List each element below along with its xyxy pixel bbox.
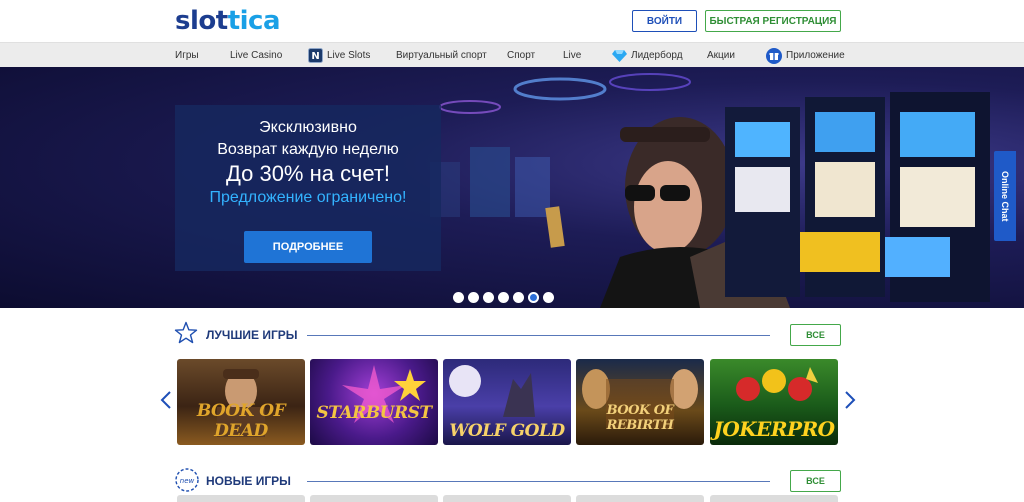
main-nav: Игры Live Casino N Live Slots Виртуальны…	[0, 42, 1024, 67]
nav-item-label: Лидерборд	[631, 50, 683, 61]
best-games-title: ЛУЧШИЕ ИГРЫ	[206, 328, 298, 342]
promo-line-percent: До 30% на счет!	[225, 161, 391, 186]
nav-item-promotions[interactable]: Акции	[707, 43, 735, 68]
game-card[interactable]	[177, 495, 305, 502]
star-icon	[174, 321, 198, 350]
nav-item-virtual-sport[interactable]: Виртуальный спорт	[396, 43, 487, 68]
promo-line-exclusive: Эксклюзивно	[259, 119, 357, 136]
game-card-book-of-rebirth[interactable]: BOOK OF REBIRTH	[576, 359, 704, 445]
logo-text-main: slot	[175, 6, 228, 36]
slider-dot[interactable]	[498, 292, 509, 303]
new-games-all-button[interactable]: ВСЕ	[790, 470, 841, 492]
game-card-joker-pro[interactable]: JOKERPRO	[710, 359, 838, 445]
promo-line-limited: Предложение ограничено!	[209, 189, 407, 206]
login-button[interactable]: ВОЙТИ	[632, 10, 697, 32]
game-title: BOOK OF REBIRTH	[606, 403, 674, 433]
nav-item-app[interactable]: Приложение	[766, 43, 845, 68]
slider-dot[interactable]	[513, 292, 524, 303]
nav-item-label: Live	[563, 50, 582, 61]
best-games-all-button[interactable]: ВСЕ	[790, 324, 841, 346]
hero-banner[interactable]: Эксклюзивно Возврат каждую неделю До 30%…	[0, 67, 1024, 308]
new-badge-text: new	[180, 477, 195, 485]
slider-dot[interactable]	[453, 292, 464, 303]
best-games-carousel: BOOK OF DEAD STARBURST WOLF GOLD BOOK OF…	[177, 359, 840, 445]
nav-item-label: Виртуальный спорт	[396, 50, 487, 61]
game-card-wolf-gold[interactable]: WOLF GOLD	[443, 359, 571, 445]
game-title: WOLF GOLD	[449, 421, 565, 441]
promo-box: Эксклюзивно Возврат каждую неделю До 30%…	[175, 105, 441, 271]
nav-item-leaderboard[interactable]: Лидерборд	[612, 43, 683, 68]
slottica-logo[interactable]: slottica	[175, 6, 281, 36]
chevron-left-icon[interactable]	[160, 390, 172, 416]
game-card[interactable]	[576, 495, 704, 502]
new-games-title: НОВЫЕ ИГРЫ	[206, 474, 291, 488]
new-games-carousel	[177, 495, 840, 502]
section-divider	[307, 481, 770, 482]
quick-register-button[interactable]: БЫСТРАЯ РЕГИСТРАЦИЯ	[705, 10, 841, 32]
game-title: STARBURST	[316, 403, 432, 423]
promo-line-weekly-cashback: Возврат каждую неделю	[217, 141, 399, 158]
nav-item-live-casino[interactable]: Live Casino	[230, 43, 282, 68]
diamond-icon	[612, 49, 627, 62]
nav-item-games[interactable]: Игры	[175, 43, 199, 68]
chevron-right-icon[interactable]	[844, 390, 856, 416]
logo-text-accent: tica	[227, 6, 281, 36]
slider-dot[interactable]	[483, 292, 494, 303]
game-card[interactable]	[310, 495, 438, 502]
gift-icon	[766, 47, 782, 64]
game-card-book-of-dead[interactable]: BOOK OF DEAD	[177, 359, 305, 445]
nav-item-label: Игры	[175, 50, 199, 61]
nav-item-label: Акции	[707, 50, 735, 61]
nav-item-sport[interactable]: Спорт	[507, 43, 535, 68]
nav-item-label: Приложение	[786, 50, 845, 61]
more-details-button[interactable]: ПОДРОБНЕЕ	[244, 231, 372, 263]
nav-item-live[interactable]: Live	[563, 43, 581, 68]
game-card-starburst[interactable]: STARBURST	[310, 359, 438, 445]
svg-text:N: N	[311, 51, 319, 62]
nav-item-label: Спорт	[507, 50, 536, 61]
casino-background-image	[430, 73, 990, 308]
new-badge-icon: new	[174, 467, 200, 498]
online-chat-tab[interactable]: Online Chat	[994, 151, 1016, 241]
slider-dots	[453, 292, 554, 303]
game-card[interactable]	[710, 495, 838, 502]
game-card[interactable]	[443, 495, 571, 502]
nav-item-label: Live Slots	[327, 50, 371, 61]
section-divider	[307, 335, 770, 336]
slider-dot[interactable]	[468, 292, 479, 303]
slider-dot[interactable]	[543, 292, 554, 303]
slider-dot[interactable]	[528, 292, 539, 303]
game-title: BOOK OF DEAD	[196, 401, 286, 441]
nav-item-label: Live Casino	[230, 50, 283, 61]
nav-item-live-slots[interactable]: N Live Slots	[308, 43, 370, 68]
site-header: slottica ВОЙТИ БЫСТРАЯ РЕГИСТРАЦИЯ	[0, 0, 1024, 42]
netent-icon: N	[308, 48, 323, 63]
game-title: JOKERPRO	[713, 417, 835, 441]
game-art	[342, 365, 426, 423]
